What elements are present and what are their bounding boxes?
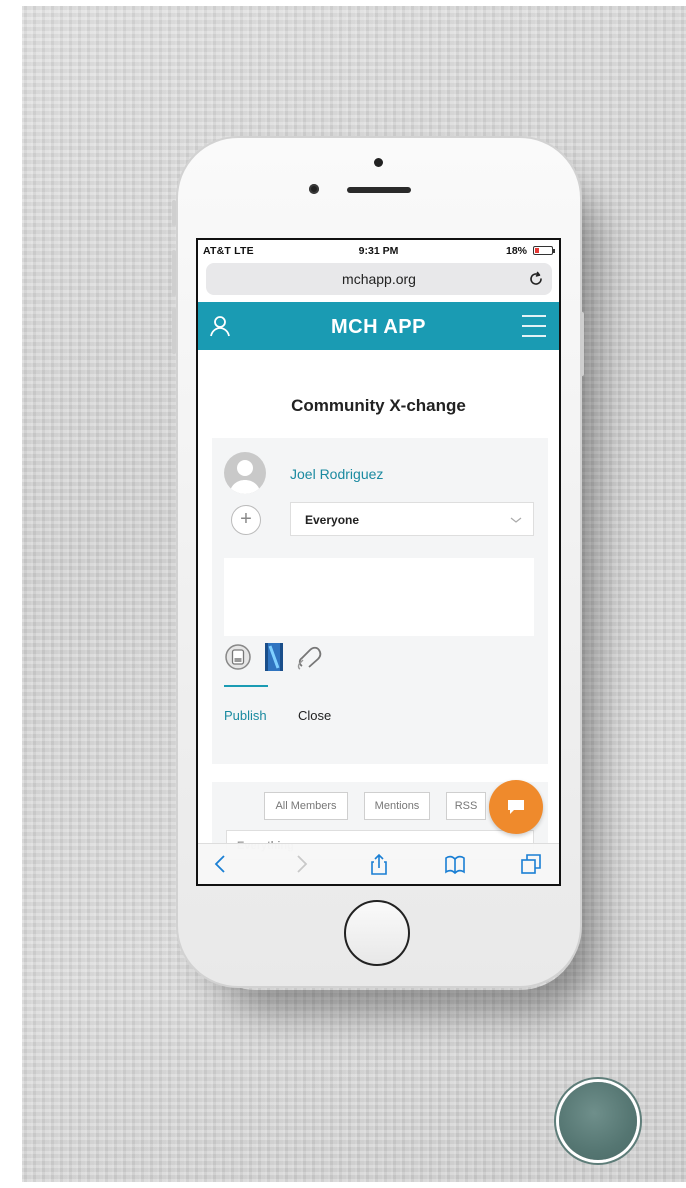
publish-button[interactable]: Publish	[224, 708, 267, 723]
bookmarks-icon[interactable]	[444, 853, 466, 875]
attachment-row	[224, 642, 424, 672]
link-icon[interactable]	[296, 642, 324, 672]
app-header: MCH APP	[198, 302, 559, 350]
phone-side-button	[172, 200, 176, 226]
url-text: mchapp.org	[342, 271, 416, 287]
url-bar[interactable]: mchapp.org	[206, 263, 552, 295]
app-title: MCH APP	[331, 316, 426, 338]
photo-icon[interactable]	[224, 642, 252, 672]
page-title: Community X-change	[291, 396, 466, 415]
post-composer: Joel Rodriguez + Everyone Publish Close	[212, 438, 548, 764]
chat-button[interactable]	[489, 780, 543, 834]
reload-icon[interactable]	[526, 269, 546, 289]
add-button[interactable]: +	[231, 505, 261, 535]
phone-camera	[309, 184, 319, 194]
chevron-down-icon	[510, 517, 522, 523]
phone-earpiece	[347, 187, 411, 193]
filter-rss[interactable]: RSS	[446, 792, 486, 820]
author-name[interactable]: Joel Rodriguez	[290, 466, 383, 482]
phone-power-button	[580, 312, 584, 376]
audience-value: Everyone	[305, 513, 360, 527]
close-button[interactable]: Close	[298, 708, 331, 723]
back-icon[interactable]	[210, 853, 232, 875]
post-textarea[interactable]	[224, 558, 534, 636]
menu-icon[interactable]	[521, 313, 547, 339]
filter-mentions[interactable]: Mentions	[364, 792, 430, 820]
audience-select[interactable]: Everyone	[290, 502, 534, 536]
phone-volume-down	[172, 308, 176, 354]
slide-decor-circle	[559, 1082, 637, 1160]
phone-screen: AT&T LTE 9:31 PM 18% mchapp.org MCH APP …	[196, 238, 561, 886]
share-icon[interactable]	[368, 853, 390, 875]
phone-sensor	[374, 158, 383, 167]
avatar-icon	[229, 460, 261, 494]
status-bar: AT&T LTE 9:31 PM 18%	[198, 240, 559, 262]
tab-indicator	[224, 685, 268, 687]
battery-icon	[533, 246, 555, 255]
avatar	[224, 452, 266, 494]
tabs-icon[interactable]	[520, 853, 542, 875]
home-button[interactable]	[344, 900, 410, 966]
video-icon[interactable]	[260, 642, 288, 672]
battery-percent: 18%	[505, 245, 527, 257]
status-time: 9:31 PM	[358, 245, 399, 257]
forward-icon[interactable]	[290, 853, 312, 875]
chat-bubble-icon	[508, 800, 524, 814]
browser-toolbar	[198, 843, 559, 884]
filter-all-members[interactable]: All Members	[264, 792, 348, 820]
phone-volume-up	[172, 250, 176, 296]
